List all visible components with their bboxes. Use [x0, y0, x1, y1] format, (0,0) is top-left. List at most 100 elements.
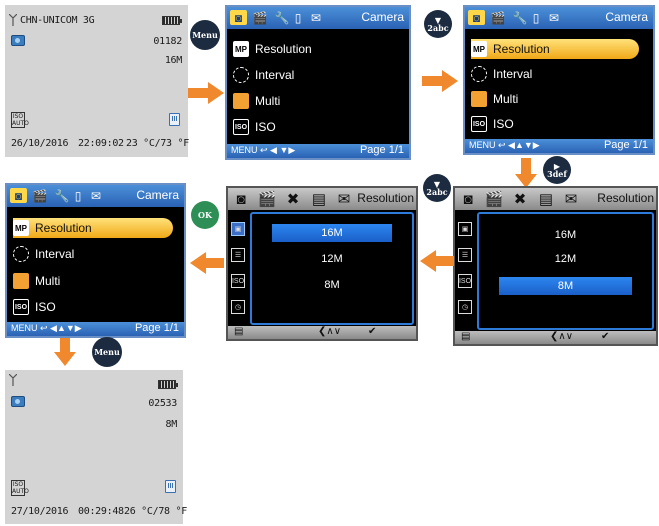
antenna-icon [9, 14, 17, 26]
resolution-option-16m[interactable]: 16M [272, 224, 392, 242]
resolution-option-12m[interactable]: 12M [272, 250, 392, 268]
menu-button-circle[interactable]: Menu [92, 337, 122, 367]
phone-tab-icon[interactable]: ▤ [537, 190, 555, 208]
tools-tab-icon[interactable]: 🔧 [273, 10, 291, 25]
menu-item-label: Resolution [255, 42, 312, 56]
video-tab-icon[interactable]: 🎬 [31, 188, 49, 203]
confirm-icon[interactable]: ✔ [368, 326, 376, 337]
multi-icon [13, 273, 29, 289]
tools-tab-icon[interactable]: ✖ [284, 190, 302, 208]
down-abc-button-circle[interactable]: ▼ 2abc [423, 174, 451, 202]
menu-item-label: Resolution [35, 221, 92, 235]
menu-item-interval[interactable]: Interval [471, 64, 532, 84]
resolution-side-icons: ▣ ☰ ISO ◷ [455, 212, 475, 330]
interval-icon [233, 67, 249, 83]
menu-button-label: Menu [94, 347, 120, 357]
resolution-side-icon: ▣ [458, 222, 472, 236]
resolution-option-8m[interactable]: 8M [499, 277, 632, 295]
video-tab-icon[interactable]: 🎬 [485, 190, 504, 208]
menu-item-multi[interactable]: Multi [13, 271, 60, 291]
mail-tab-icon[interactable]: ✉ [335, 190, 353, 208]
nav-hints: MENU ↩ ◀▲▼▶ [469, 140, 540, 150]
camera-tab-icon[interactable]: ◙ [230, 10, 247, 25]
resolution-option-12m[interactable]: 12M [499, 250, 632, 268]
menu-item-label: Interval [255, 68, 295, 82]
mail-tab-icon[interactable]: ✉ [89, 188, 103, 203]
list-icon: ▤ [461, 331, 471, 342]
shots-remaining: 02533 [148, 398, 177, 409]
menu-item-label: ISO [255, 120, 276, 134]
status-screen-initial: CHN-UNICOM 3G 01182 16M ISO AUTO 26/10/2… [5, 5, 189, 157]
menu-item-resolution[interactable]: MP Resolution [471, 39, 639, 59]
multi-icon [471, 91, 487, 107]
time-label: 22:09:02 [78, 138, 124, 149]
video-tab-icon[interactable]: 🎬 [489, 10, 507, 25]
mail-tab-icon[interactable]: ✉ [547, 10, 561, 25]
menu-button-label: Menu [192, 30, 218, 40]
resolution-option-16m[interactable]: 16M [499, 226, 632, 244]
timer-side-icon: ◷ [458, 300, 472, 314]
flow-arrow-right [422, 70, 458, 92]
menu-title: Camera [361, 10, 404, 24]
nav-hints: MENU ↩ ◀ ▼▶ [231, 145, 296, 155]
resolution-option-8m[interactable]: 8M [272, 276, 392, 294]
camera-tab-icon[interactable]: ◙ [459, 190, 477, 208]
flow-arrow-right [188, 82, 224, 104]
resolution-side-icon: ▣ [231, 222, 245, 236]
ok-button-circle[interactable]: OK [191, 201, 219, 229]
menu-item-iso[interactable]: ISO ISO [13, 297, 56, 317]
phone-tab-icon[interactable]: ▤ [310, 190, 328, 208]
mail-tab-icon[interactable]: ✉ [562, 190, 580, 208]
mail-tab-icon[interactable]: ✉ [309, 10, 323, 25]
camera-mode-icon [11, 396, 25, 407]
resolution-footer: ▤ ❮∧∨ ✔ [228, 326, 416, 339]
video-tab-icon[interactable]: 🎬 [258, 190, 277, 208]
menu-item-label: ISO [493, 117, 514, 131]
menu-item-label: Multi [493, 92, 519, 106]
phone-tab-icon[interactable]: ▯ [293, 10, 303, 25]
megapixel-icon: MP [233, 41, 249, 57]
video-tab-icon[interactable]: 🎬 [251, 10, 269, 25]
temperature-label: 23 °C/73 °F [126, 138, 189, 149]
menu-item-multi[interactable]: Multi [233, 91, 280, 111]
phone-tab-icon[interactable]: ▯ [73, 188, 83, 203]
menu-item-iso[interactable]: ISO ISO [233, 117, 276, 137]
menu-item-resolution[interactable]: MP Resolution [13, 218, 173, 238]
tools-tab-icon[interactable]: 🔧 [511, 10, 529, 25]
menu-item-interval[interactable]: Interval [13, 244, 74, 264]
megapixel-icon: MP [13, 220, 29, 236]
menu-item-interval[interactable]: Interval [233, 65, 294, 85]
flow-arrow-down [54, 338, 76, 366]
iso-auto-label: AUTO [12, 488, 29, 495]
ok-button-label: OK [198, 210, 212, 220]
page-indicator: Page 1/1 [359, 144, 404, 156]
camera-tab-icon[interactable]: ◙ [468, 10, 485, 25]
menu-button-circle[interactable]: Menu [190, 20, 220, 50]
menu-footer: MENU ↩ ◀▲▼▶ Page 1/1 [7, 322, 184, 336]
battery-icon [158, 380, 178, 389]
flow-arrow-left [190, 252, 224, 274]
status-screen-final: 02533 8M ISO AUTO 27/10/2016 00:29:48 26… [5, 370, 187, 524]
interval-icon [471, 66, 487, 82]
camera-tab-icon[interactable]: ◙ [10, 188, 27, 203]
menu-item-resolution[interactable]: MP Resolution [233, 39, 409, 59]
menu-tab-bar: ◙ 🎬 🔧 ▯ ✉ Camera [465, 7, 653, 29]
iso-auto-label: AUTO [12, 120, 29, 127]
tools-tab-icon[interactable]: 🔧 [53, 188, 71, 203]
resolution-side-icons: ▣ ☰ ISO ◷ [228, 212, 248, 325]
tools-tab-icon[interactable]: ✖ [511, 190, 529, 208]
iso-auto-icon: ISO AUTO [11, 112, 29, 128]
abc-label: 2abc [426, 187, 448, 197]
confirm-icon[interactable]: ✔ [601, 331, 609, 342]
menu-item-label: Interval [35, 247, 75, 261]
page-indicator: Page 1/1 [603, 139, 648, 151]
right-def-button-circle[interactable]: ▶ 3def [543, 156, 571, 184]
iso-side-icon: ISO [458, 274, 472, 288]
menu-item-multi[interactable]: Multi [471, 89, 518, 109]
camera-tab-icon[interactable]: ◙ [232, 190, 250, 208]
menu-item-iso[interactable]: ISO ISO [471, 114, 514, 134]
resolution-screen-8m-selected: ◙ 🎬 ✖ ▤ ✉ Resolution ▣ ☰ ISO ◷ 16M 12M 8… [453, 186, 658, 346]
down-abc-button-circle[interactable]: ▼ 2abc [424, 10, 452, 38]
abc-label: 2abc [427, 23, 449, 33]
phone-tab-icon[interactable]: ▯ [531, 10, 541, 25]
